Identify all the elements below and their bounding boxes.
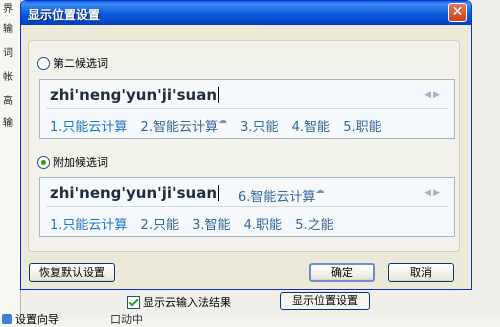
dialog-titlebar[interactable]: 显示位置设置 ✕ <box>21 1 471 25</box>
side-tab[interactable]: 帐 <box>3 70 19 86</box>
side-tab[interactable]: 输 <box>3 22 19 38</box>
wizard-icon <box>2 314 12 324</box>
ok-button[interactable]: 确定 <box>309 263 375 282</box>
background-bottom-area <box>0 286 500 318</box>
candidate-item: 2.只能 <box>140 218 179 233</box>
radio-attach-candidate[interactable]: 附加候选词 <box>37 154 108 170</box>
candidate-item: 4.职能 <box>243 218 283 233</box>
show-cloud-result-checkbox[interactable]: 显示云输入法结果 <box>127 294 231 310</box>
cloud-icon: ☁ <box>315 186 325 196</box>
page-arrows-icon: ◀▶ <box>424 188 442 198</box>
candidate-item: 5.职能 <box>343 120 382 135</box>
pinyin-value: zhi'neng'yun'ji'suan <box>50 184 218 202</box>
side-tab-strip: 界 输 词 帐 高 输 <box>0 0 21 318</box>
candidate-item: 3.只能 <box>240 120 279 135</box>
side-tab[interactable]: 界 <box>3 2 19 18</box>
candidate-list: 1.只能云计算 2.只能 3.智能 4.职能 5.之能 <box>50 214 343 233</box>
candidate-item: 2.智能云计算☁ <box>140 116 227 135</box>
pinyin-text: zhi'neng'yun'ji'suan <box>50 86 220 104</box>
preview-divider <box>46 206 448 207</box>
radio-selected-icon <box>37 155 50 169</box>
display-position-button[interactable]: 显示位置设置 <box>280 292 370 310</box>
radio-second-candidate[interactable]: 第二候选词 <box>37 55 108 71</box>
candidate-item: 4.智能 <box>291 120 331 135</box>
settings-wizard-link[interactable]: 设置向导 <box>2 311 59 327</box>
preview-second-candidate: zhi'neng'yun'ji'suan ◀▶ 1.只能云计算 2.智能云计算☁… <box>39 79 455 139</box>
radio-icon <box>37 56 50 70</box>
restore-defaults-button[interactable]: 恢复默认设置 <box>29 263 115 282</box>
text-caret <box>218 87 220 103</box>
candidate-item: 5.之能 <box>295 218 334 233</box>
side-tab[interactable]: 高 <box>3 94 19 110</box>
page-arrows-icon: ◀▶ <box>424 90 442 100</box>
side-tab[interactable]: 输 <box>3 116 19 132</box>
attached-candidate: 6.智能云计算☁ <box>238 186 325 205</box>
radio-label: 附加候选词 <box>53 156 108 169</box>
preview-attach-candidate: zhi'neng'yun'ji'suan 6.智能云计算☁ ◀▶ 1.只能云计算… <box>39 177 455 237</box>
background-extra-label: 口动中 <box>110 313 143 326</box>
settings-wizard-label: 设置向导 <box>15 313 59 326</box>
candidate-item: 1.只能云计算 <box>50 218 128 233</box>
pinyin-text: zhi'neng'yun'ji'suan <box>50 184 220 202</box>
side-tab[interactable]: 词 <box>3 46 19 62</box>
candidate-item: 1.只能云计算 <box>50 120 128 135</box>
display-position-dialog: 显示位置设置 ✕ 第二候选词 zhi'neng'yun'ji'suan ◀▶ 1… <box>20 0 472 290</box>
checkbox-icon <box>127 295 140 309</box>
cloud-icon: ☁ <box>217 116 227 126</box>
preview-divider <box>46 108 448 109</box>
options-frame: 第二候选词 zhi'neng'yun'ji'suan ◀▶ 1.只能云计算 2.… <box>28 40 460 252</box>
pinyin-value: zhi'neng'yun'ji'suan <box>50 86 218 104</box>
checkbox-label: 显示云输入法结果 <box>143 296 231 309</box>
close-icon[interactable]: ✕ <box>448 3 467 22</box>
radio-label: 第二候选词 <box>53 57 108 70</box>
cancel-button[interactable]: 取消 <box>388 263 454 282</box>
dialog-title: 显示位置设置 <box>28 8 101 22</box>
text-caret <box>218 185 220 201</box>
candidate-item: 3.智能 <box>192 218 231 233</box>
candidate-list: 1.只能云计算 2.智能云计算☁ 3.只能 4.智能 5.职能 <box>50 116 391 135</box>
